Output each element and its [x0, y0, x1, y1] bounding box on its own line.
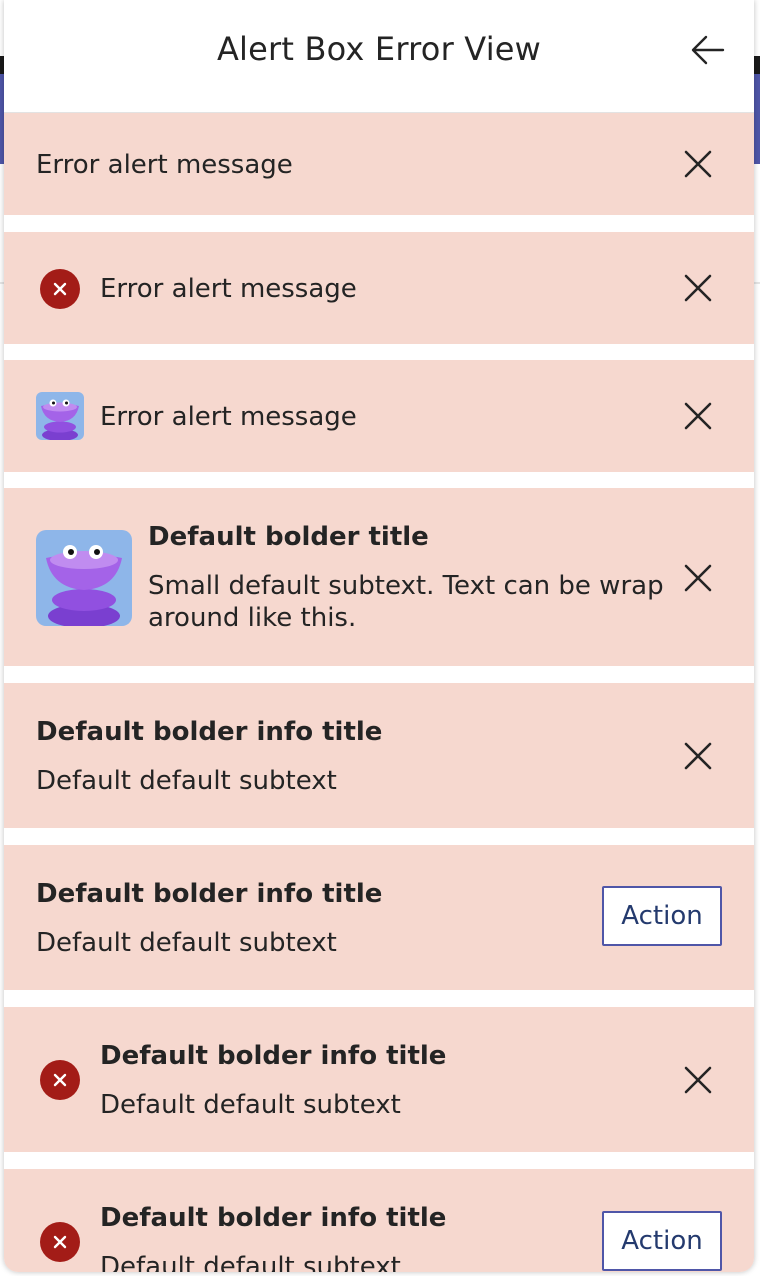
action-button[interactable]: Action — [602, 886, 722, 946]
alert-plain: Error alert message — [4, 113, 754, 215]
close-icon — [684, 742, 712, 770]
alert-info-title: Default bolder info title Default defaul… — [4, 683, 754, 828]
alert-title: Default bolder info title — [36, 717, 383, 747]
alert-subtext: Default default subtext — [100, 1090, 401, 1120]
alert-title: Default bolder info title — [100, 1041, 447, 1071]
avatar — [36, 392, 84, 440]
alert-with-error-icon: Error alert message — [4, 232, 754, 344]
sheet-header: Alert Box Error View — [4, 0, 754, 113]
alert-subtext: Default default subtext — [100, 1252, 401, 1272]
alert-title: Default bolder info title — [100, 1203, 447, 1233]
close-button[interactable] — [678, 558, 718, 598]
close-button[interactable] — [678, 396, 718, 436]
alert-message: Error alert message — [100, 274, 357, 304]
purple-creature-avatar — [36, 530, 132, 626]
alert-error-info-title-action: Default bolder info title Default defaul… — [4, 1169, 754, 1272]
alert-title: Default bolder title — [148, 522, 429, 552]
close-icon — [684, 1066, 712, 1094]
alert-subtext: Default default subtext — [36, 928, 337, 958]
error-circle-icon — [40, 1222, 80, 1262]
back-button[interactable] — [686, 28, 730, 72]
alert-with-image-and-title: Default bolder title Small default subte… — [4, 488, 754, 666]
alert-title: Default bolder info title — [36, 879, 383, 909]
avatar-large — [36, 530, 132, 626]
action-button[interactable]: Action — [602, 1211, 722, 1271]
alert-message: Error alert message — [100, 402, 357, 432]
alert-message: Error alert message — [36, 150, 293, 180]
close-button[interactable] — [678, 736, 718, 776]
page-title: Alert Box Error View — [216, 30, 542, 68]
alert-sheet: Alert Box Error View Error alert message… — [4, 0, 754, 1272]
alert-with-avatar: Error alert message — [4, 360, 754, 472]
purple-creature-avatar — [36, 392, 84, 440]
close-button[interactable] — [678, 268, 718, 308]
alert-subtext: Default default subtext — [36, 766, 337, 796]
close-icon — [684, 274, 712, 302]
close-icon — [684, 564, 712, 592]
error-circle-icon — [40, 269, 80, 309]
alert-info-title-action: Default bolder info title Default defaul… — [4, 845, 754, 990]
close-button[interactable] — [678, 1060, 718, 1100]
close-icon — [684, 402, 712, 430]
close-button[interactable] — [678, 144, 718, 184]
error-circle-icon — [40, 1060, 80, 1100]
close-icon — [684, 150, 712, 178]
alert-subtext: Small default subtext. Text can be wrap … — [148, 571, 664, 633]
alert-error-info-title: Default bolder info title Default defaul… — [4, 1007, 754, 1152]
arrow-left-icon — [691, 35, 725, 65]
